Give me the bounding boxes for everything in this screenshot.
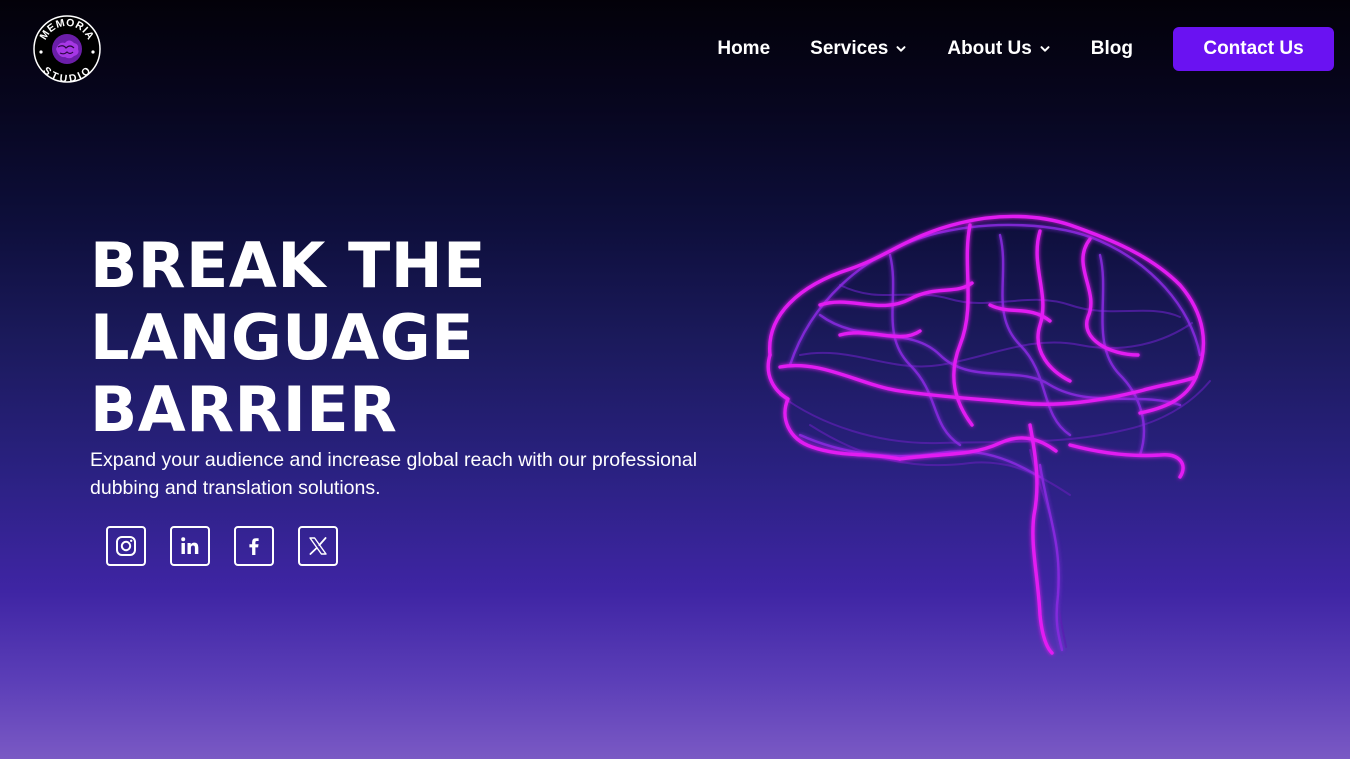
nav-home-label: Home xyxy=(717,38,771,59)
chevron-down-icon xyxy=(896,46,906,52)
facebook-link[interactable] xyxy=(234,526,274,566)
facebook-icon xyxy=(249,538,259,555)
main-nav: Home Services About Us Blog Contact Us xyxy=(717,27,1334,71)
hero-title-line-3: BARRIER xyxy=(90,373,398,446)
neon-brain-illustration xyxy=(766,214,1211,655)
nav-services-label: Services xyxy=(810,38,889,59)
hero-title-line-2: LANGUAGE xyxy=(90,301,474,374)
nav-home-link[interactable]: Home xyxy=(717,38,770,60)
site-header: MEMORIA STUDIO Home Services About Us Bl… xyxy=(0,0,1350,96)
instagram-icon xyxy=(116,536,136,556)
nav-about-label: About Us xyxy=(947,38,1032,59)
nav-blog-link[interactable]: Blog xyxy=(1091,38,1133,60)
contact-us-button[interactable]: Contact Us xyxy=(1173,27,1334,71)
nav-services-dropdown[interactable]: Services xyxy=(810,38,907,60)
contact-us-label: Contact Us xyxy=(1203,38,1304,59)
social-links xyxy=(106,526,362,566)
hero-title: BREAK THE LANGUAGE BARRIER xyxy=(90,230,486,446)
hero-title-line-1: BREAK THE xyxy=(90,229,486,302)
chevron-down-icon xyxy=(1040,46,1050,52)
x-icon xyxy=(309,537,327,555)
logo-badge: MEMORIA STUDIO xyxy=(33,15,101,84)
linkedin-icon xyxy=(181,537,199,554)
nav-about-dropdown[interactable]: About Us xyxy=(947,38,1050,60)
memoria-studio-logo[interactable]: MEMORIA STUDIO xyxy=(32,14,102,84)
x-twitter-link[interactable] xyxy=(298,526,338,566)
instagram-link[interactable] xyxy=(106,526,146,566)
hero-subtitle: Expand your audience and increase global… xyxy=(90,449,698,499)
linkedin-link[interactable] xyxy=(170,526,210,566)
nav-blog-label: Blog xyxy=(1090,38,1133,59)
